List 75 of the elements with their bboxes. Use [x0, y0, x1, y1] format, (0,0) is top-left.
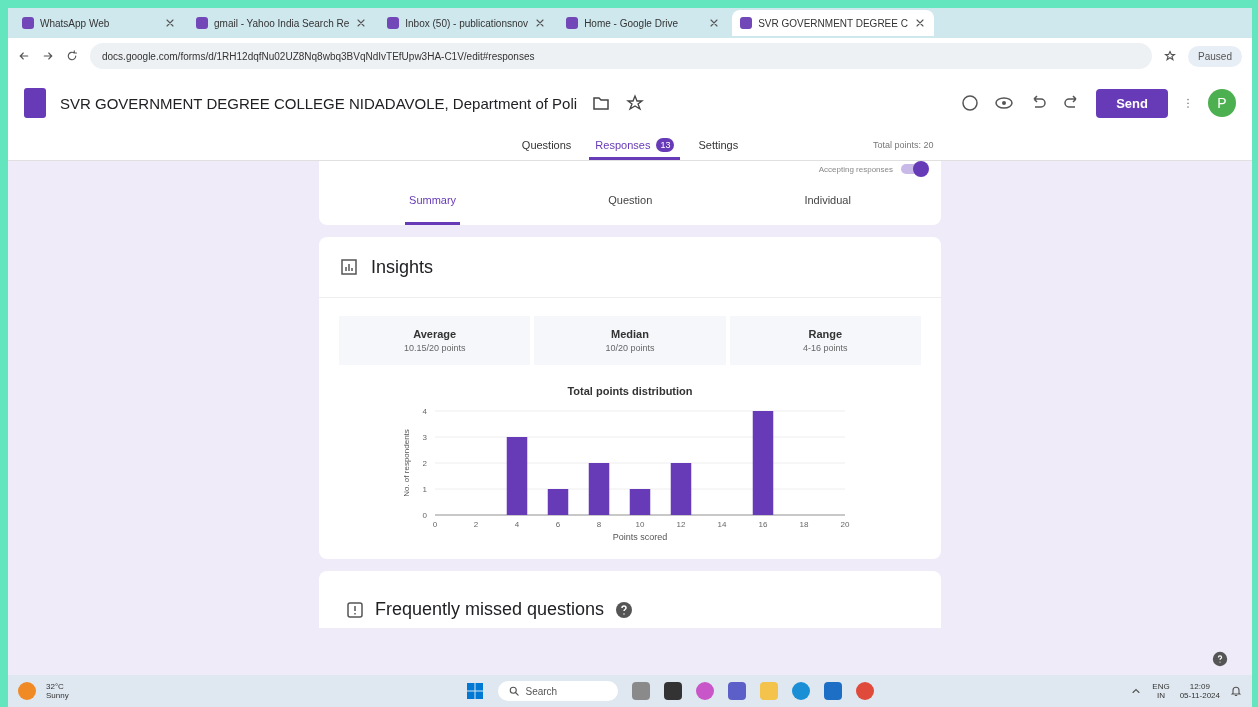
x-tick-label: 18: [799, 520, 809, 529]
insights-heading: Insights: [371, 256, 434, 278]
taskbar-search[interactable]: Search: [497, 681, 618, 701]
stat-label: Median: [611, 328, 649, 340]
app-icon[interactable]: [727, 682, 746, 700]
favicon-icon: [196, 17, 208, 29]
x-tick-label: 0: [432, 520, 438, 529]
x-tick-label: 10: [635, 520, 645, 529]
y-tick-label: 1: [422, 485, 427, 494]
bar: [629, 489, 651, 515]
x-tick-label: 20: [840, 520, 850, 529]
favicon-icon: [740, 17, 753, 29]
browser-tab[interactable]: gmail - Yahoo India Search Re: [188, 10, 376, 36]
form-tab[interactable]: Settings: [692, 132, 745, 160]
bar: [547, 489, 569, 515]
send-button[interactable]: Send: [1096, 88, 1168, 118]
app-icon[interactable]: [663, 682, 682, 700]
windows-start-icon[interactable]: [465, 682, 484, 700]
alert-icon: [345, 599, 365, 620]
response-count-badge: 13: [656, 137, 675, 152]
y-tick-label: 2: [422, 459, 427, 468]
bar: [588, 463, 610, 515]
browser-tab[interactable]: WhatsApp Web: [14, 10, 184, 36]
chart-icon: [339, 257, 359, 277]
forms-logo-icon: [24, 88, 46, 118]
y-tick-label: 0: [422, 511, 427, 520]
temperature: 32°C: [46, 682, 65, 691]
x-axis-title: Points scored: [612, 532, 668, 541]
view-tab[interactable]: Question: [604, 177, 657, 225]
weather-text: Sunny: [46, 691, 69, 700]
help-icon[interactable]: [1212, 651, 1228, 667]
language-indicator[interactable]: ENG IN: [1152, 682, 1170, 700]
chart-title: Total points distribution: [566, 385, 694, 397]
stat-label: Average: [413, 328, 457, 340]
forward-icon[interactable]: [42, 50, 54, 62]
missed-heading: Frequently missed questions: [375, 599, 605, 620]
bell-icon[interactable]: [1230, 685, 1242, 697]
x-tick-label: 8: [596, 520, 602, 529]
view-tab[interactable]: Individual: [800, 177, 855, 225]
accepting-label: Accepting responses: [818, 164, 893, 174]
favicon-icon: [387, 17, 400, 29]
stat-value: 10.15/20 points: [403, 343, 466, 353]
y-axis-title: No. of respondents: [402, 429, 411, 497]
favicon-icon: [22, 17, 34, 29]
stat-value: 4-16 points: [803, 343, 848, 353]
address-bar[interactable]: docs.google.com/forms/d/1RH12dqfNu02UZ8Nq8wbq3BVqNdIvTEfUpw3HA-C1V/edit#responses: [90, 43, 1153, 69]
browser-tab[interactable]: Inbox (50) - publicationsnov: [379, 10, 555, 36]
accepting-toggle[interactable]: [901, 164, 927, 174]
x-tick-label: 4: [514, 520, 520, 529]
y-tick-label: 3: [422, 433, 427, 442]
x-tick-label: 6: [555, 520, 561, 529]
back-icon[interactable]: [18, 50, 30, 62]
form-title: SVR GOVERNMENT DEGREE COLLEGE NIDADAVOLE, Department of Poli: [60, 94, 578, 112]
star-icon[interactable]: [625, 93, 646, 113]
browser-tab[interactable]: SVR GOVERNMENT DEGREE C: [732, 10, 934, 36]
browser-tab[interactable]: Home - Google Drive: [558, 10, 729, 36]
total-points: Total points: 20: [873, 140, 934, 150]
form-tab[interactable]: Questions: [515, 132, 578, 160]
x-tick-label: 2: [473, 520, 479, 529]
x-tick-label: 14: [717, 520, 727, 529]
reload-icon[interactable]: [66, 50, 78, 62]
stat-label: Range: [808, 328, 843, 340]
favicon-icon: [566, 17, 579, 29]
clock[interactable]: 12:09 05-11-2024: [1179, 682, 1220, 700]
star-icon[interactable]: [1164, 50, 1177, 62]
x-tick-label: 16: [758, 520, 768, 529]
help-icon[interactable]: [614, 599, 635, 620]
view-tab[interactable]: Summary: [405, 177, 461, 225]
search-icon[interactable]: [507, 685, 520, 697]
x-tick-label: 12: [676, 520, 686, 529]
bar: [670, 463, 692, 515]
y-tick-label: 4: [422, 407, 427, 416]
stat-value: 10/20 points: [605, 343, 655, 353]
close-icon[interactable]: [164, 17, 176, 29]
profile-button[interactable]: Paused: [1188, 45, 1242, 67]
